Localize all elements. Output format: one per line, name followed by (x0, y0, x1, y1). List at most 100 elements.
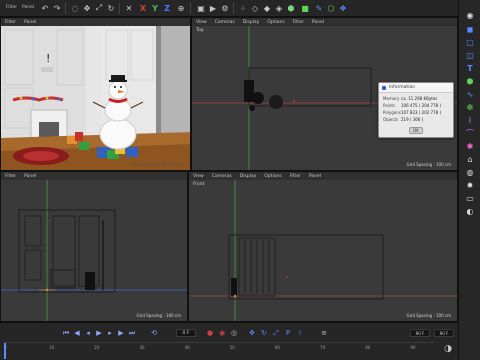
app-icon (382, 85, 386, 90)
menu-options[interactable]: Options (264, 174, 281, 179)
ruler-label: 60 (274, 345, 280, 350)
viewport-right[interactable]: Filter Panel Grid Spacing : 100 cm (0, 171, 188, 322)
select-icon[interactable]: ◌ (70, 3, 80, 13)
go-to-start-icon[interactable]: ⏮ (62, 329, 70, 337)
front-view-wireframe (189, 180, 457, 321)
polygons-mode-icon[interactable]: ◆ (262, 3, 272, 13)
previous-key-icon[interactable]: ◀ (73, 329, 81, 337)
deformer-icon[interactable]: ⌇ (465, 115, 475, 125)
top-menu-bar: View Cameras Display Options Filter Pane… (192, 18, 457, 26)
step-back-icon[interactable]: ◂ (84, 329, 92, 337)
symmetry-icon[interactable]: ❇ (465, 102, 475, 112)
go-to-end-icon[interactable]: ⏭ (128, 329, 136, 337)
ruler-label: 30 (139, 345, 145, 350)
loop-icon[interactable]: ⟲ (150, 329, 158, 337)
bend-icon[interactable]: ⌒ (465, 128, 475, 138)
object-mode-icon[interactable]: ◈ (274, 3, 284, 13)
playhead[interactable] (4, 343, 6, 359)
menu-cameras[interactable]: Cameras (215, 20, 235, 25)
menu-view[interactable]: View (193, 174, 204, 179)
render-region-icon[interactable]: ▣ (196, 3, 206, 13)
menu-display[interactable]: Display (243, 20, 260, 25)
menu-display[interactable]: Display (240, 174, 257, 179)
rotate-icon[interactable]: ↻ (106, 3, 116, 13)
key-pla-icon[interactable]: ⁞ (296, 329, 304, 337)
redo-icon[interactable]: ↷ (52, 3, 62, 13)
menu-panel[interactable]: Panel (309, 174, 321, 179)
key-param-icon[interactable]: P (284, 329, 292, 337)
current-frame-field[interactable]: 0 F (176, 329, 196, 337)
grid-spacing-label: Grid Spacing : 100 cm (406, 313, 451, 318)
menu-panel[interactable]: Panel (24, 174, 36, 179)
grid-spacing-label: Grid Spacing : 100 cm (406, 162, 451, 167)
key-scale-icon[interactable]: ⤢ (272, 329, 280, 337)
cylinder-icon[interactable]: ◫ (465, 50, 475, 60)
cube-icon[interactable]: ■ (300, 3, 310, 13)
timeline-panel: ⏮ ◀ ◂ ▶ ▸ ▶ ⏭ ⟲ 0 F ● ◉ ◎ ✥ ↻ ⤢ P ⁞ ≡ 90… (0, 322, 458, 360)
key-position-icon[interactable]: ✥ (248, 329, 256, 337)
menu-filter[interactable]: Filter (6, 5, 17, 10)
ruler-label: 50 (229, 345, 235, 350)
side-view-wireframe (1, 180, 187, 321)
menu-panel[interactable]: Panel (22, 5, 34, 10)
keyframe-selection-icon[interactable]: ◎ (230, 329, 238, 337)
play-icon[interactable]: ▶ (95, 329, 103, 337)
floor-icon[interactable]: ⌂ (465, 154, 475, 164)
christmas-scene-render: ! (1, 26, 190, 170)
model-mode-icon[interactable]: ✕ (124, 3, 134, 13)
timeline-menu-icon[interactable]: ◑ (442, 343, 454, 355)
motion-icon[interactable]: ≡ (320, 329, 328, 337)
scale-icon[interactable]: ⤢ (94, 3, 104, 13)
ok-button[interactable]: OK (409, 127, 423, 134)
live-selection-icon[interactable]: ◉ (465, 10, 475, 20)
viewport-perspective[interactable]: Filter Panel ! Grid Spacing: 100000 cm (0, 17, 191, 171)
info-row: Memory ca. 11 298 KBytes (383, 96, 438, 101)
subdivision-icon[interactable]: ⬡ (326, 3, 336, 13)
menu-filter[interactable]: Filter (5, 20, 16, 25)
axis-x-icon[interactable]: X (138, 3, 148, 13)
text-icon[interactable]: T (465, 63, 475, 73)
move-icon[interactable]: ✥ (82, 3, 92, 13)
ruler-label: 40 (184, 345, 190, 350)
globe-icon[interactable]: ◍ (465, 167, 475, 177)
menu-cameras[interactable]: Cameras (212, 174, 232, 179)
points-mode-icon[interactable]: ⁘ (238, 3, 248, 13)
record-icon[interactable]: ● (206, 329, 214, 337)
light-icon[interactable]: ✹ (465, 180, 475, 190)
edges-mode-icon[interactable]: ◇ (250, 3, 260, 13)
timeline-ruler[interactable]: 0 10 20 30 40 50 60 70 80 90 (4, 342, 434, 359)
menu-panel[interactable]: Panel (312, 20, 324, 25)
pen-icon[interactable]: ✎ (314, 3, 324, 13)
menu-filter[interactable]: Filter (290, 174, 301, 179)
step-forward-icon[interactable]: ▸ (106, 329, 114, 337)
material-icon[interactable]: ◐ (465, 206, 475, 216)
menu-options[interactable]: Options (267, 20, 284, 25)
cube-primitive-icon[interactable]: ◼ (465, 24, 475, 34)
menu-filter[interactable]: Filter (5, 174, 16, 179)
render-view-icon[interactable]: ▶ (208, 3, 218, 13)
svg-text:!: ! (46, 52, 50, 65)
mograph-icon[interactable]: ✱ (465, 141, 475, 151)
undo-icon[interactable]: ↶ (40, 3, 50, 13)
key-rotation-icon[interactable]: ↻ (260, 329, 268, 337)
menu-view[interactable]: View (196, 20, 207, 25)
preview-end-field[interactable]: 90 F (434, 329, 454, 337)
menu-filter[interactable]: Filter (293, 20, 304, 25)
snap-icon[interactable]: ⬢ (286, 3, 296, 13)
end-frame-field[interactable]: 90 F (410, 329, 430, 337)
cloner-icon[interactable]: ❖ (338, 3, 348, 13)
axis-y-icon[interactable]: Y (150, 3, 160, 13)
subdivision-surface-icon[interactable]: ⬢ (465, 76, 475, 86)
render-settings-icon[interactable]: ⚙ (220, 3, 230, 13)
square-icon[interactable]: ▢ (465, 37, 475, 47)
spline-icon[interactable]: ∿ (465, 89, 475, 99)
camera-icon[interactable]: ▭ (465, 193, 475, 203)
coordinate-system-icon[interactable]: ⊕ (176, 3, 186, 13)
next-key-icon[interactable]: ▶ (117, 329, 125, 337)
menu-panel[interactable]: Panel (24, 20, 36, 25)
information-dialog: Information Memory ca. 11 298 KBytes Poi… (378, 82, 454, 138)
autokey-icon[interactable]: ◉ (218, 329, 226, 337)
viewport-front[interactable]: View Cameras Display Options Filter Pane… (188, 171, 458, 322)
axis-z-icon[interactable]: Z (162, 3, 172, 13)
grid-spacing-label: Grid Spacing : 100 cm (136, 313, 181, 318)
